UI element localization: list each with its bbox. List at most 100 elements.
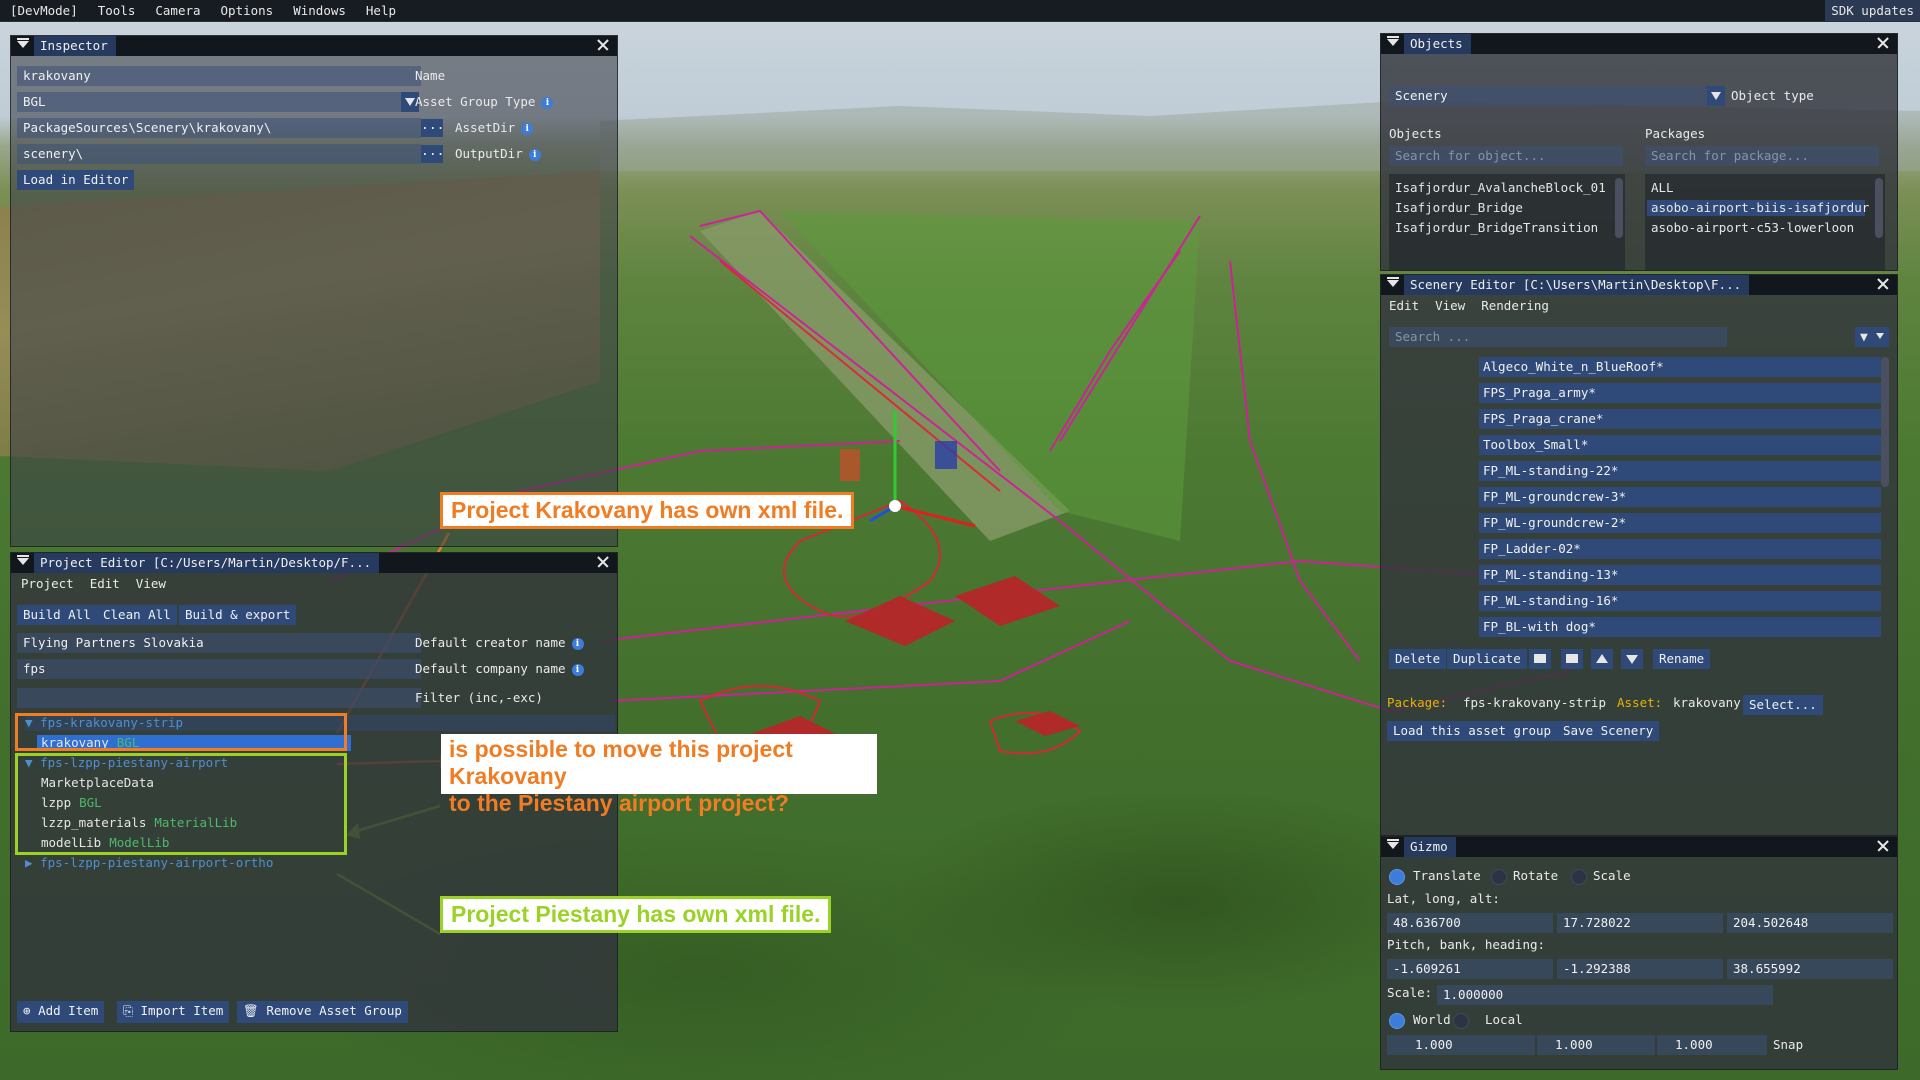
object-search-input[interactable]: Search for object... — [1389, 146, 1623, 166]
menu-edit[interactable]: Edit — [1381, 297, 1427, 315]
list-item[interactable]: FP_WL-standing-16* — [1479, 591, 1881, 611]
info-icon[interactable]: i — [541, 96, 554, 109]
output-dir-browse-button[interactable]: ... — [421, 145, 444, 163]
list-item[interactable]: FP_ML-groundcrew-3* — [1479, 487, 1881, 507]
arrow-down-icon[interactable] — [1621, 649, 1643, 669]
chevron-down-icon[interactable] — [1707, 86, 1725, 106]
close-icon[interactable] — [1875, 35, 1891, 51]
list-item[interactable]: FPS_Praga_army* — [1479, 383, 1881, 403]
inspector-titlebar[interactable]: Inspector — [11, 36, 617, 56]
close-icon[interactable] — [1875, 838, 1891, 854]
info-icon[interactable]: i — [571, 663, 584, 676]
object-type-select[interactable]: Scenery — [1389, 86, 1707, 106]
output-dir-field[interactable]: scenery\ — [17, 144, 421, 164]
clean-all-button[interactable]: Clean All — [97, 605, 177, 625]
build-export-button[interactable]: Build & export — [179, 605, 297, 625]
asset-dir-browse-button[interactable]: ... — [421, 119, 444, 137]
list-item[interactable]: Algeco_White_n_BlueRoof* — [1479, 357, 1881, 377]
menu-view[interactable]: View — [128, 575, 174, 593]
add-item-button[interactable]: ⊕ Add Item — [17, 1001, 105, 1023]
list-item[interactable]: ALL — [1651, 180, 1674, 196]
close-icon[interactable] — [595, 554, 611, 570]
company-name-field[interactable]: fps — [17, 659, 421, 679]
duplicate-button[interactable]: Duplicate — [1447, 649, 1527, 669]
pitch-field[interactable]: -1.609261 — [1387, 959, 1553, 979]
chevron-right-icon[interactable]: ▶ — [25, 855, 40, 870]
list-item[interactable]: FP_ML-standing-22* — [1479, 461, 1881, 481]
scenery-search-input[interactable]: Search ... — [1389, 327, 1727, 347]
list-item[interactable]: asobo-airport-c53-lowerloon — [1651, 220, 1854, 236]
alt-field[interactable]: 204.502648 — [1727, 913, 1893, 933]
list-item[interactable]: FP_BL-with dog* — [1479, 617, 1881, 637]
menu-project[interactable]: Project — [13, 575, 82, 593]
info-icon[interactable]: i — [521, 122, 534, 135]
lat-field[interactable]: 48.636700 — [1387, 913, 1553, 933]
local-radio[interactable] — [1453, 1013, 1469, 1029]
translate-radio[interactable] — [1389, 869, 1405, 885]
project-editor-titlebar[interactable]: Project Editor [C:/Users/Martin/Desktop/… — [11, 553, 617, 573]
list-item[interactable]: Isafjordur_BridgeTransition — [1395, 220, 1598, 236]
list-item[interactable]: FPS_Praga_crane* — [1479, 409, 1881, 429]
snap-x-field[interactable]: 1.000 — [1387, 1035, 1535, 1055]
menu-edit[interactable]: Edit — [82, 575, 128, 593]
info-icon[interactable]: i — [571, 637, 584, 650]
gizmo-titlebar[interactable]: Gizmo — [1381, 837, 1897, 857]
scale-field[interactable]: 1.000000 — [1437, 985, 1773, 1005]
scrollbar[interactable] — [1875, 178, 1883, 238]
creator-name-field[interactable]: Flying Partners Slovakia — [17, 633, 421, 653]
build-all-button[interactable]: Build All — [17, 605, 97, 625]
objects-titlebar[interactable]: Objects — [1381, 34, 1897, 54]
list-item[interactable]: Toolbox_Small* — [1479, 435, 1881, 455]
close-icon[interactable] — [1875, 276, 1891, 292]
asset-group-type-select[interactable]: BGL — [17, 92, 401, 112]
heading-field[interactable]: 38.655992 — [1727, 959, 1893, 979]
select-button[interactable]: Select... — [1743, 695, 1823, 715]
menu-help[interactable]: Help — [356, 0, 406, 21]
import-item-button[interactable]: ⎘ Import Item — [117, 1001, 230, 1023]
collapse-icon[interactable] — [17, 555, 29, 568]
list-item[interactable]: FP_ML-standing-13* — [1479, 565, 1881, 585]
info-icon[interactable]: i — [528, 148, 541, 161]
folder-icon[interactable] — [1529, 649, 1551, 669]
menu-view[interactable]: View — [1427, 297, 1473, 315]
filter-icon[interactable]: ▼ — [1855, 327, 1889, 347]
rotate-radio[interactable] — [1491, 869, 1507, 885]
asset-dir-field[interactable]: PackageSources\Scenery\krakovany\ — [17, 118, 421, 138]
sdk-updates-button[interactable]: SDK updates — [1825, 0, 1920, 21]
load-asset-group-button[interactable]: Load this asset group — [1387, 721, 1558, 741]
list-item[interactable]: FP_WL-groundcrew-2* — [1479, 513, 1881, 533]
bank-field[interactable]: -1.292388 — [1557, 959, 1723, 979]
snap-y-field[interactable]: 1.000 — [1537, 1035, 1655, 1055]
world-radio[interactable] — [1389, 1013, 1405, 1029]
menu-devmode[interactable]: [DevMode] — [0, 0, 88, 21]
list-item[interactable]: asobo-airport-biis-isafjordur — [1647, 200, 1869, 216]
menu-camera[interactable]: Camera — [145, 0, 210, 21]
arrow-up-icon[interactable] — [1591, 649, 1613, 669]
menu-rendering[interactable]: Rendering — [1473, 297, 1557, 315]
menu-windows[interactable]: Windows — [283, 0, 356, 21]
scenery-editor-titlebar[interactable]: Scenery Editor [C:\Users\Martin\Desktop\… — [1381, 275, 1897, 295]
tree-group-ortho[interactable]: ▶ fps-lzpp-piestany-airport-ortho — [25, 855, 273, 871]
collapse-icon[interactable] — [17, 38, 29, 51]
save-scenery-button[interactable]: Save Scenery — [1557, 721, 1660, 741]
package-search-input[interactable]: Search for package... — [1645, 146, 1879, 166]
collapse-icon[interactable] — [1387, 839, 1399, 852]
rename-button[interactable]: Rename — [1653, 649, 1711, 669]
collapse-icon[interactable] — [1387, 36, 1399, 49]
menu-options[interactable]: Options — [211, 0, 284, 21]
collapse-icon[interactable] — [1387, 277, 1399, 290]
snap-z-field[interactable]: 1.000 — [1657, 1035, 1767, 1055]
list-item[interactable]: FP_Ladder-02* — [1479, 539, 1881, 559]
filter-input[interactable] — [17, 688, 421, 708]
scrollbar[interactable] — [1881, 357, 1889, 487]
list-item[interactable]: Isafjordur_AvalancheBlock_01 — [1395, 180, 1606, 196]
folder-open-icon[interactable] — [1561, 649, 1583, 669]
long-field[interactable]: 17.728022 — [1557, 913, 1723, 933]
menu-tools[interactable]: Tools — [88, 0, 146, 21]
close-icon[interactable] — [595, 37, 611, 53]
remove-asset-group-button[interactable]: 🗑 Remove Asset Group — [237, 1001, 408, 1023]
delete-button[interactable]: Delete — [1389, 649, 1447, 669]
name-field[interactable]: krakovany — [17, 66, 421, 86]
scale-radio[interactable] — [1571, 869, 1587, 885]
list-item[interactable]: Isafjordur_Bridge — [1395, 200, 1523, 216]
